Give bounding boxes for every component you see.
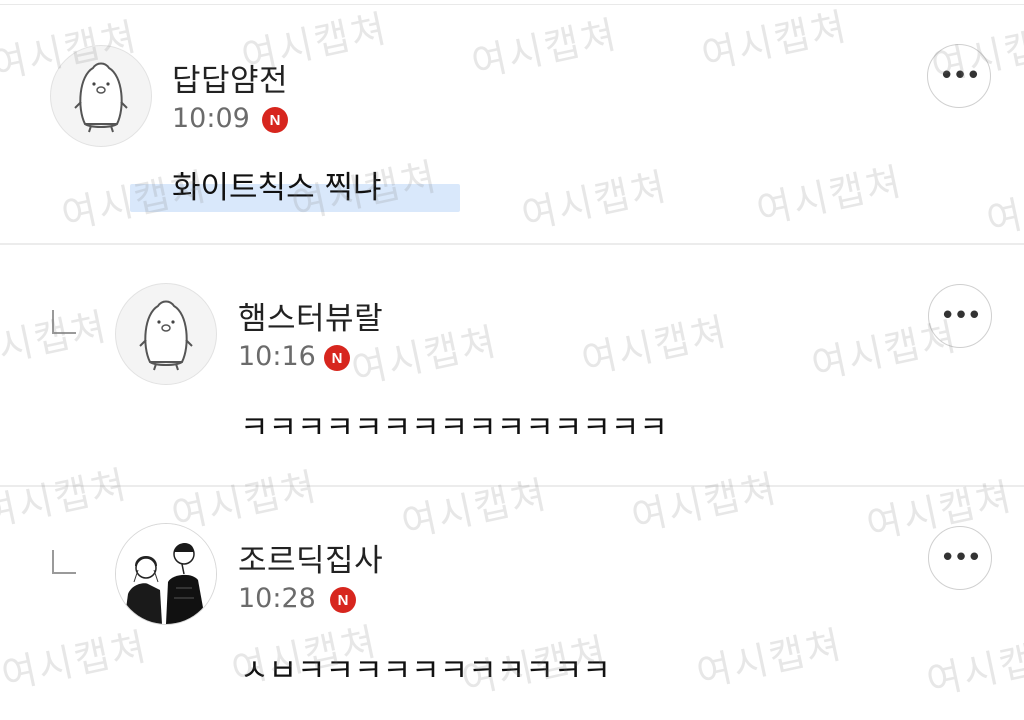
watermark: 여시캡쳐	[922, 630, 1024, 704]
watermark: 여시캡쳐	[397, 472, 552, 546]
comment-divider	[0, 243, 1024, 245]
watermark: 여시캡쳐	[167, 464, 322, 538]
watermark: 여시캡쳐	[0, 624, 152, 698]
watermark: 여시캡쳐	[697, 4, 852, 78]
avatar[interactable]	[50, 45, 152, 147]
new-badge: N	[324, 345, 350, 371]
watermark: 여시캡쳐	[0, 304, 112, 378]
ellipsis-icon: •••	[939, 301, 982, 331]
manga-characters-icon	[116, 524, 216, 624]
avatar[interactable]	[115, 523, 217, 625]
top-divider	[0, 4, 1024, 5]
reply-arrow-icon	[52, 310, 76, 334]
more-options-button[interactable]: •••	[928, 526, 992, 590]
reply-arrow-icon	[52, 550, 76, 574]
new-badge: N	[262, 107, 288, 133]
comment-time: 10:16	[238, 341, 316, 372]
comment-time: 10:28	[238, 583, 316, 614]
comment-text: ㅋㅋㅋㅋㅋㅋㅋㅋㅋㅋㅋㅋㅋㅋㅋ	[240, 410, 668, 446]
comment-time: 10:09	[172, 103, 250, 134]
watermark: 여시캡쳐	[467, 12, 622, 86]
watermark: 여시캡쳐	[752, 159, 907, 233]
watermark: 여시캡쳐	[577, 309, 732, 383]
author-nickname[interactable]: 조르딕집사	[238, 535, 383, 580]
watermark: 여시캡쳐	[517, 164, 672, 238]
new-badge: N	[330, 587, 356, 613]
author-nickname[interactable]: 햄스터뷰랄	[238, 293, 383, 338]
more-options-button[interactable]: •••	[927, 44, 991, 108]
comment-text: ㅅㅂㅋㅋㅋㅋㅋㅋㅋㅋㅋㅋㅋ	[240, 653, 611, 689]
author-nickname[interactable]: 답답얌전	[172, 55, 288, 100]
watermark: 여시캡쳐	[692, 622, 847, 696]
watermark: 여시캡쳐	[0, 462, 132, 536]
more-options-button[interactable]: •••	[928, 284, 992, 348]
penguin-icon	[74, 62, 128, 133]
penguin-icon	[139, 300, 193, 371]
watermark: 여시캡쳐	[627, 466, 782, 540]
ellipsis-icon: •••	[938, 61, 981, 91]
watermark: 여시캡쳐	[982, 169, 1024, 243]
avatar[interactable]	[115, 283, 217, 385]
comment-text: 화이트칙스 찍냐	[172, 170, 382, 206]
ellipsis-icon: •••	[939, 543, 982, 573]
comment-divider	[0, 485, 1024, 487]
